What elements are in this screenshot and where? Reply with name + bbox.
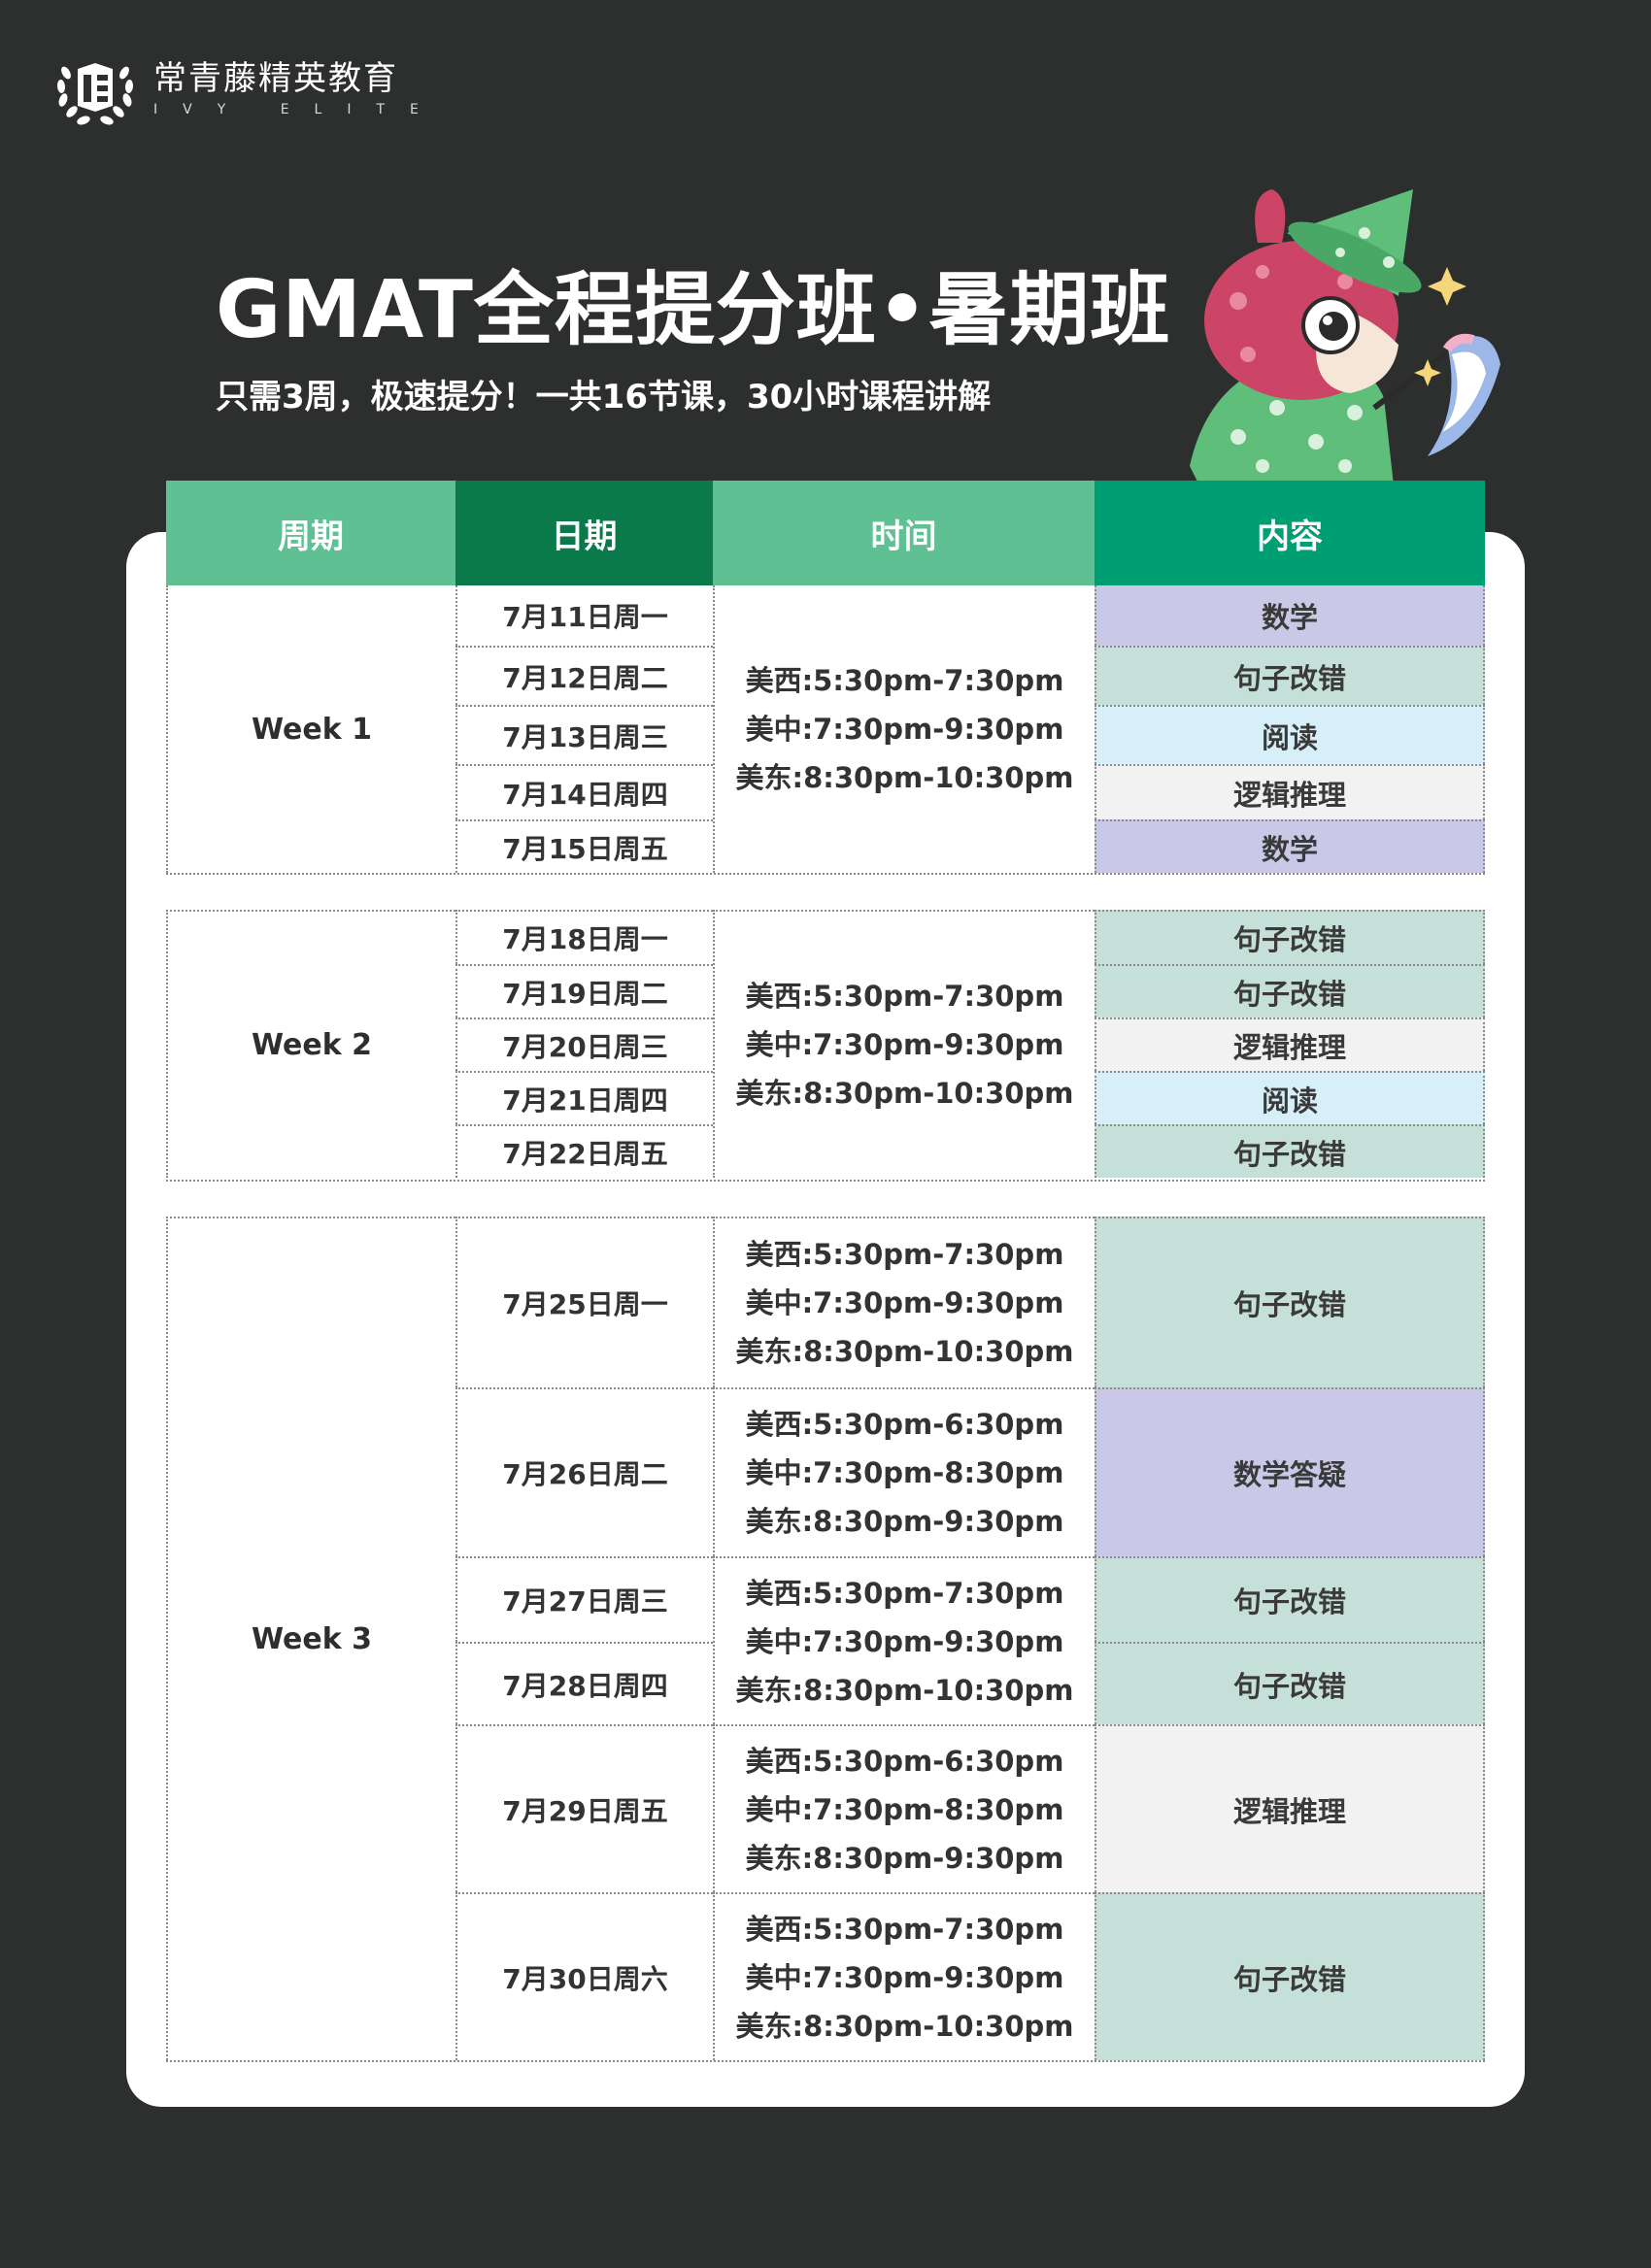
time-central: 美中:7:30pm-8:30pm: [745, 1456, 1064, 1489]
table-header: 周期 日期 时间 内容: [166, 481, 1485, 585]
time-central: 美中:7:30pm-9:30pm: [745, 1624, 1064, 1658]
time-west: 美西:5:30pm-7:30pm: [745, 1576, 1064, 1610]
time-cell: 美西:5:30pm-6:30pm 美中:7:30pm-8:30pm 美东:8:3…: [713, 1724, 1095, 1892]
content-cell: 句子改错: [1095, 1124, 1485, 1178]
date-cell: 7月27日周三: [455, 1556, 713, 1642]
header-period: 周期: [166, 481, 455, 585]
time-east: 美东:8:30pm-10:30pm: [735, 1077, 1074, 1110]
header-time: 时间: [713, 481, 1095, 585]
content-cell: 句子改错: [1095, 646, 1485, 705]
header-date: 日期: [455, 481, 713, 585]
week-label: Week 3: [166, 1217, 455, 2060]
time-west: 美西:5:30pm-6:30pm: [745, 1408, 1064, 1441]
date-cell: 7月12日周二: [455, 646, 713, 705]
witch-deer-mascot-icon: [1190, 189, 1500, 485]
date-cell: 7月22日周五: [455, 1124, 713, 1178]
content-cell: 句子改错: [1095, 1217, 1485, 1387]
week-2-block: Week 2 7月18日周一 7月19日周二 7月20日周三 7月21日周四 7…: [166, 910, 1485, 1182]
content-cell: 逻辑推理: [1095, 764, 1485, 819]
brand-name-en: IVY ELITE: [153, 102, 444, 117]
time-east: 美东:8:30pm-10:30pm: [735, 1673, 1074, 1707]
content-cell: 数学: [1095, 585, 1485, 646]
content-cell: 阅读: [1095, 1071, 1485, 1124]
date-cell: 7月20日周三: [455, 1017, 713, 1071]
date-cell: 7月26日周二: [455, 1387, 713, 1556]
date-cell: 7月11日周一: [455, 585, 713, 646]
content-cell: 句子改错: [1095, 1556, 1485, 1642]
time-cell: 美西:5:30pm-7:30pm 美中:7:30pm-9:30pm 美东:8:3…: [713, 1217, 1095, 1387]
time-east: 美东:8:30pm-9:30pm: [745, 1505, 1064, 1538]
time-west: 美西:5:30pm-6:30pm: [745, 1744, 1064, 1778]
time-east: 美东:8:30pm-9:30pm: [745, 1841, 1064, 1875]
time-cell: 美西:5:30pm-6:30pm 美中:7:30pm-8:30pm 美东:8:3…: [713, 1387, 1095, 1556]
content-cell: 数学答疑: [1095, 1387, 1485, 1556]
time-east: 美东:8:30pm-10:30pm: [735, 1335, 1074, 1368]
time-cell: 美西:5:30pm-7:30pm 美中:7:30pm-9:30pm 美东:8:3…: [713, 585, 1095, 873]
content-cell: 阅读: [1095, 705, 1485, 764]
time-east: 美东:8:30pm-10:30pm: [735, 761, 1074, 794]
content-cell: 句子改错: [1095, 1892, 1485, 2060]
week-3-block: Week 3 7月25日周一 美西:5:30pm-7:30pm 美中:7:30p…: [166, 1217, 1485, 2062]
date-cell: 7月19日周二: [455, 964, 713, 1017]
brand-logo: 常青藤精英教育 IVY ELITE: [51, 45, 444, 132]
time-central: 美中:7:30pm-9:30pm: [745, 1286, 1064, 1319]
date-cell: 7月14日周四: [455, 764, 713, 819]
week-label: Week 1: [166, 585, 455, 873]
date-cell: 7月21日周四: [455, 1071, 713, 1124]
time-central: 美中:7:30pm-8:30pm: [745, 1792, 1064, 1826]
date-cell: 7月29日周五: [455, 1724, 713, 1892]
content-cell: 数学: [1095, 819, 1485, 873]
week-label: Week 2: [166, 910, 455, 1178]
page-title: GMAT全程提分班•暑期班: [216, 264, 1171, 356]
brand-name-cn: 常青藤精英教育: [153, 59, 398, 98]
content-cell: 句子改错: [1095, 964, 1485, 1017]
date-cell: 7月13日周三: [455, 705, 713, 764]
time-cell: 美西:5:30pm-7:30pm 美中:7:30pm-9:30pm 美东:8:3…: [713, 1556, 1095, 1724]
laurel-book-logo-icon: [56, 63, 134, 125]
header-content: 内容: [1095, 481, 1485, 585]
date-cell: 7月15日周五: [455, 819, 713, 873]
date-cell: 7月18日周一: [455, 910, 713, 964]
date-cell: 7月25日周一: [455, 1217, 713, 1387]
time-cell: 美西:5:30pm-7:30pm 美中:7:30pm-9:30pm 美东:8:3…: [713, 910, 1095, 1178]
page-subtitle: 只需3周，极速提分！一共16节课，30小时课程讲解: [216, 378, 992, 417]
time-central: 美中:7:30pm-9:30pm: [745, 1028, 1064, 1061]
content-cell: 句子改错: [1095, 910, 1485, 964]
content-cell: 句子改错: [1095, 1642, 1485, 1724]
time-west: 美西:5:30pm-7:30pm: [745, 1238, 1064, 1271]
time-east: 美东:8:30pm-10:30pm: [735, 2009, 1074, 2043]
time-west: 美西:5:30pm-7:30pm: [745, 664, 1064, 697]
date-cell: 7月28日周四: [455, 1642, 713, 1724]
date-cell: 7月30日周六: [455, 1892, 713, 2060]
content-cell: 逻辑推理: [1095, 1017, 1485, 1071]
content-cell: 逻辑推理: [1095, 1724, 1485, 1892]
time-west: 美西:5:30pm-7:30pm: [745, 980, 1064, 1013]
week-1-block: Week 1 7月11日周一 7月12日周二 7月13日周三 7月14日周四 7…: [166, 585, 1485, 875]
time-central: 美中:7:30pm-9:30pm: [745, 1960, 1064, 1994]
time-central: 美中:7:30pm-9:30pm: [745, 713, 1064, 746]
time-west: 美西:5:30pm-7:30pm: [745, 1912, 1064, 1946]
time-cell: 美西:5:30pm-7:30pm 美中:7:30pm-9:30pm 美东:8:3…: [713, 1892, 1095, 2060]
